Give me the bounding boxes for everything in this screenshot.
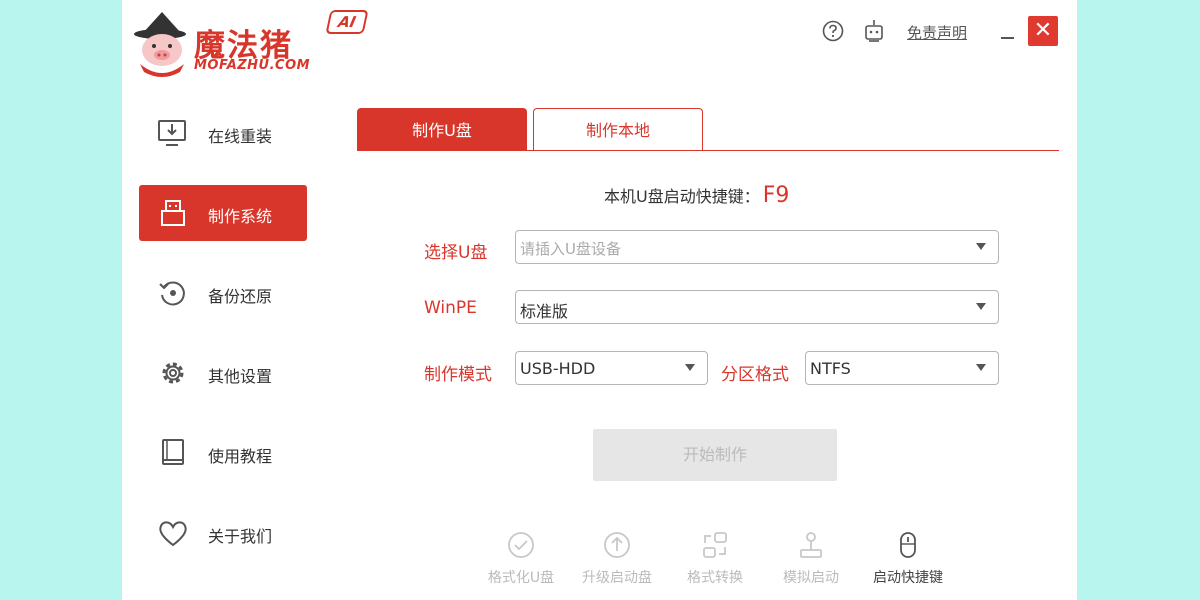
- start-make-button[interactable]: 开始制作: [593, 429, 837, 481]
- sidebar-item-about-us[interactable]: 关于我们: [139, 505, 307, 561]
- disclaimer-link[interactable]: 免责声明: [907, 22, 967, 43]
- heart-icon: [159, 521, 187, 547]
- format-usb-button[interactable]: 格式化U盘: [476, 530, 566, 587]
- sidebar-item-label: 制作系统: [208, 207, 273, 226]
- close-button[interactable]: ✕: [1028, 16, 1058, 46]
- winpe-label: WinPE: [424, 298, 477, 318]
- help-icon[interactable]: [822, 20, 844, 42]
- convert-icon: [703, 532, 727, 558]
- sidebar-item-label: 关于我们: [208, 527, 273, 546]
- upgrade-boot-disk-button[interactable]: 升级启动盘: [572, 530, 662, 587]
- usb-device-placeholder: 请插入U盘设备: [520, 240, 621, 258]
- minimize-button[interactable]: [999, 24, 1015, 40]
- sidebar-item-label: 其他设置: [208, 367, 273, 386]
- tool-label: 格式化U盘: [487, 570, 555, 586]
- tab-make-usb[interactable]: 制作U盘: [357, 108, 527, 150]
- usb-select-label: 选择U盘: [424, 243, 488, 263]
- hotkey-label: 本机U盘启动快捷键：: [604, 187, 760, 206]
- app-window: 魔法猪 MOFAZHU.COM AI 免责声明 ✕ 在线重装 制作系统 备份还原…: [122, 0, 1077, 600]
- sidebar-item-online-reinstall[interactable]: 在线重装: [139, 105, 307, 161]
- tool-label: 启动快捷键: [873, 570, 943, 586]
- tab-make-local[interactable]: 制作本地: [533, 108, 703, 150]
- tool-label: 模拟启动: [783, 570, 839, 586]
- simulate-boot-button[interactable]: 模拟启动: [766, 530, 856, 587]
- tab-divider: [357, 150, 1059, 151]
- sidebar-item-tutorial[interactable]: 使用教程: [139, 425, 307, 481]
- sidebar-item-backup-restore[interactable]: 备份还原: [139, 265, 307, 321]
- pig-mascot-icon: [134, 12, 186, 77]
- arrow-up-circle-icon: [604, 532, 630, 558]
- gear-icon: [162, 362, 184, 384]
- winpe-select[interactable]: 标准版: [515, 290, 999, 324]
- chevron-down-icon: [976, 364, 986, 371]
- sidebar-item-other-settings[interactable]: 其他设置: [139, 345, 307, 401]
- hotkey-info: 本机U盘启动快捷键： F9: [604, 183, 789, 208]
- logo: 魔法猪 MOFAZHU.COM AI: [132, 8, 372, 78]
- restore-icon: [159, 281, 185, 306]
- robot-service-icon[interactable]: [863, 19, 885, 43]
- mouse-icon: [900, 532, 916, 558]
- sidebar-item-label: 使用教程: [208, 447, 273, 466]
- boot-hotkey-button[interactable]: 启动快捷键: [863, 530, 953, 587]
- chevron-down-icon: [685, 364, 695, 371]
- usb-drive-icon: [161, 200, 185, 226]
- sidebar-item-label: 备份还原: [208, 287, 273, 306]
- partition-format-select[interactable]: NTFS: [805, 351, 999, 385]
- logo-ai-badge: AI: [325, 10, 369, 34]
- sidebar-item-label: 在线重装: [208, 127, 273, 146]
- hotkey-value: F9: [762, 183, 790, 208]
- check-circle-icon: [508, 532, 534, 558]
- chevron-down-icon: [976, 243, 986, 250]
- chevron-down-icon: [976, 303, 986, 310]
- partition-format-label: 分区格式: [721, 365, 789, 385]
- logo-subtitle: MOFAZHU.COM: [194, 58, 311, 73]
- tool-label: 格式转换: [687, 570, 743, 586]
- winpe-value: 标准版: [520, 302, 569, 321]
- sidebar-item-make-system[interactable]: 制作系统: [139, 185, 307, 241]
- format-convert-button[interactable]: 格式转换: [670, 530, 760, 587]
- make-mode-value: USB-HDD: [520, 359, 596, 378]
- monitor-download-icon: [158, 120, 186, 146]
- make-mode-select[interactable]: USB-HDD: [515, 351, 708, 385]
- tool-label: 升级启动盘: [582, 570, 652, 586]
- make-mode-label: 制作模式: [424, 365, 492, 385]
- joystick-icon: [800, 532, 822, 558]
- usb-device-select[interactable]: 请插入U盘设备: [515, 230, 999, 264]
- book-icon: [162, 439, 184, 465]
- partition-format-value: NTFS: [810, 359, 851, 378]
